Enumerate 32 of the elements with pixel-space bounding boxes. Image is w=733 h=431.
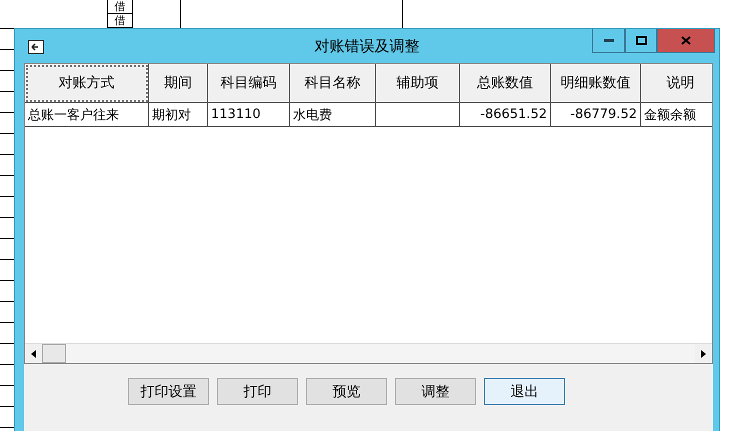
dialog-button[interactable]: 退出 [484, 378, 565, 405]
right-arrow-icon [701, 350, 706, 358]
horizontal-scrollbar[interactable] [25, 343, 712, 363]
table-cell: 总账一客户往来 [25, 103, 149, 127]
scrollbar-thumb[interactable] [42, 344, 66, 363]
dialog-button[interactable]: 打印 [217, 378, 298, 405]
maximize-button[interactable] [625, 29, 657, 53]
app-icon [28, 40, 44, 54]
table-cell: 期初对 [149, 103, 208, 127]
close-icon [681, 36, 691, 45]
sheet-cell: 借 [108, 0, 132, 14]
column-header[interactable]: 对账方式 [25, 64, 149, 103]
column-header[interactable]: 说明 [641, 64, 712, 103]
table-cell: -86651.52 [460, 103, 551, 127]
left-arrow-icon [31, 350, 36, 358]
maximize-icon [636, 36, 646, 45]
minimize-button[interactable] [592, 29, 625, 53]
column-header[interactable]: 总账数值 [460, 64, 551, 103]
table-cell: -86779.52 [551, 103, 641, 127]
column-header[interactable]: 明细账数值 [551, 64, 641, 103]
column-header[interactable]: 科目编码 [208, 64, 290, 103]
close-button[interactable] [657, 29, 715, 53]
column-header[interactable]: 辅助项 [376, 64, 460, 103]
column-header[interactable]: 期间 [149, 64, 208, 103]
table-cell: 水电费 [290, 103, 376, 127]
column-header[interactable]: 科目名称 [290, 64, 376, 103]
table-cell: 113110 [208, 103, 290, 127]
window-title: 对账错误及调整 [314, 36, 420, 56]
dialog-button[interactable]: 预览 [306, 378, 387, 405]
dialog-button[interactable]: 调整 [395, 378, 476, 405]
dialog-button[interactable]: 打印设置 [128, 378, 209, 405]
minimize-icon [604, 39, 614, 42]
